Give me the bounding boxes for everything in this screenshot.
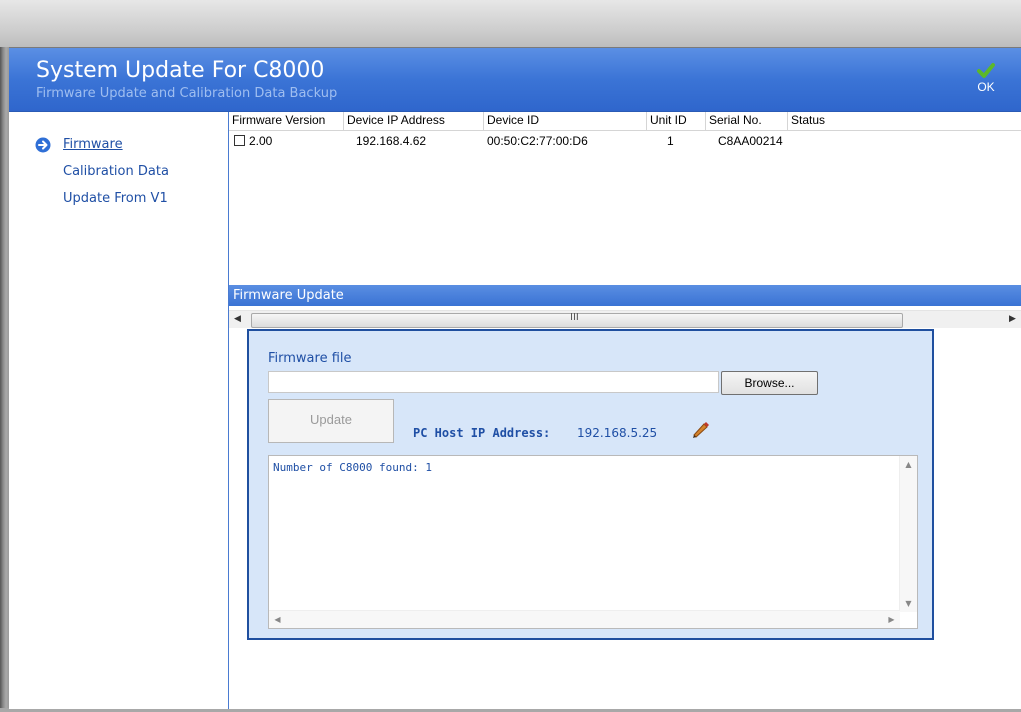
- column-header[interactable]: Device IP Address: [344, 112, 484, 130]
- browse-button[interactable]: Browse...: [721, 371, 818, 395]
- column-header[interactable]: Serial No.: [706, 112, 788, 130]
- scroll-up-icon[interactable]: ▲: [900, 456, 917, 473]
- page-subtitle: Firmware Update and Calibration Data Bac…: [36, 86, 338, 101]
- column-header[interactable]: Firmware Version: [229, 112, 344, 130]
- cell-firmware-version: 2.00: [249, 134, 273, 148]
- arrow-right-circle-icon: [35, 137, 51, 153]
- log-horizontal-scrollbar[interactable]: ◀ ▶: [269, 610, 900, 628]
- table-horizontal-scrollbar[interactable]: ◀ III ▶: [229, 310, 1021, 328]
- cell-unit-id: 1: [667, 134, 674, 148]
- cell-serial: C8AA00214: [718, 134, 783, 148]
- pencil-icon[interactable]: [690, 420, 710, 440]
- section-header: Firmware Update: [229, 285, 1021, 306]
- host-ip-label: PC Host IP Address:: [413, 426, 551, 440]
- page-title: System Update For C8000: [36, 58, 325, 83]
- scrollbar-thumb[interactable]: III: [251, 312, 903, 328]
- ok-button[interactable]: OK: [969, 62, 1003, 102]
- column-header[interactable]: Status: [788, 112, 1021, 130]
- table-row[interactable]: 2.00 192.168.4.62 00:50:C2:77:00:D6 1 C8…: [229, 132, 1021, 150]
- sidebar: Firmware Calibration Data Update From V1: [9, 112, 229, 709]
- sidebar-item-firmware[interactable]: Firmware: [63, 137, 123, 152]
- table-header: Firmware Version Device IP Address Devic…: [229, 112, 1021, 131]
- firmware-file-input[interactable]: [268, 371, 719, 393]
- check-icon: [977, 63, 995, 78]
- ok-label: OK: [977, 80, 995, 94]
- row-checkbox[interactable]: [234, 135, 245, 146]
- sidebar-item-calibration-data[interactable]: Calibration Data: [63, 164, 169, 179]
- host-ip-value: 192.168.5.25: [577, 426, 658, 440]
- firmware-file-label: Firmware file: [268, 351, 352, 366]
- cell-ip-address: 192.168.4.62: [356, 134, 427, 148]
- log-vertical-scrollbar[interactable]: ▲ ▼: [899, 456, 917, 612]
- scroll-grip: III: [570, 312, 579, 323]
- scroll-down-icon[interactable]: ▼: [900, 595, 917, 612]
- scroll-left-icon[interactable]: ◀: [269, 611, 286, 628]
- log-text: Number of C8000 found: 1: [273, 461, 432, 474]
- app-window: System Update For C8000 Firmware Update …: [9, 47, 1021, 709]
- column-header[interactable]: Unit ID: [647, 112, 706, 130]
- firmware-update-panel: Firmware file Browse... Update PC Host I…: [247, 329, 934, 640]
- cell-device-id: 00:50:C2:77:00:D6: [487, 134, 588, 148]
- window-border-left: [0, 47, 9, 712]
- column-header[interactable]: Device ID: [484, 112, 647, 130]
- device-table: Firmware Version Device IP Address Devic…: [229, 112, 1021, 328]
- scroll-right-icon[interactable]: ▶: [1004, 311, 1021, 328]
- log-output[interactable]: Number of C8000 found: 1 ▲ ▼ ◀ ▶: [268, 455, 918, 629]
- window-titlebar: [0, 0, 1021, 47]
- app-header: System Update For C8000 Firmware Update …: [9, 48, 1021, 112]
- update-button[interactable]: Update: [268, 399, 394, 443]
- sidebar-item-update-from-v1[interactable]: Update From V1: [63, 191, 168, 206]
- scroll-left-icon[interactable]: ◀: [229, 311, 246, 328]
- scroll-right-icon[interactable]: ▶: [883, 611, 900, 628]
